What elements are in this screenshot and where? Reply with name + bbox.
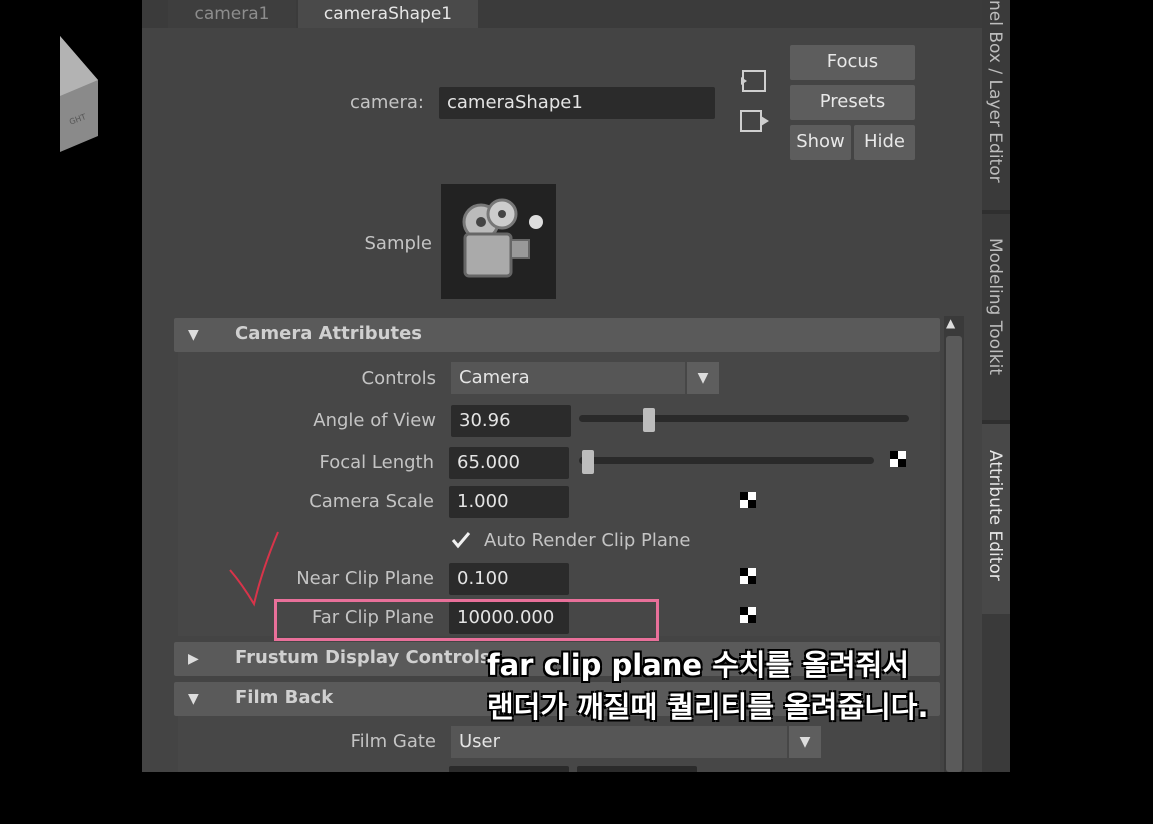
camera-sample-swatch xyxy=(441,184,556,299)
focal-length-field[interactable]: 65.000 xyxy=(449,447,569,479)
annotation-note: far clip plane 수치를 올려줘서 랜더가 깨질때 퀄리티를 올려줍… xyxy=(487,644,1047,728)
auto-render-clip-checkbox[interactable] xyxy=(451,530,471,550)
focal-length-map-icon[interactable] xyxy=(890,451,906,467)
partial-field[interactable] xyxy=(449,766,569,772)
far-clip-highlight-box xyxy=(274,599,659,641)
show-button[interactable]: Show xyxy=(790,125,851,160)
presets-button[interactable]: Presets xyxy=(790,85,915,120)
film-gate-dropdown[interactable]: User xyxy=(451,726,787,758)
side-tab-divider xyxy=(982,210,1010,214)
collapsed-triangle-icon: ▶ xyxy=(188,651,199,667)
film-gate-dropdown-arrow-icon[interactable]: ▼ xyxy=(789,726,821,758)
section-camera-attributes[interactable]: ▼ Camera Attributes xyxy=(174,318,940,352)
angle-of-view-label: Angle of View xyxy=(313,410,436,431)
checkmark-icon xyxy=(451,532,471,549)
focal-length-slider-track[interactable] xyxy=(579,457,874,464)
annotation-line-1: far clip plane 수치를 올려줘서 xyxy=(487,648,910,682)
camera-scale-field[interactable]: 1.000 xyxy=(449,486,569,518)
controls-dropdown[interactable]: Camera xyxy=(451,362,685,394)
hide-button[interactable]: Hide xyxy=(854,125,915,160)
tab-camerashape1[interactable]: cameraShape1 xyxy=(298,0,478,28)
annotation-line-2: 랜더가 깨질때 퀄리티를 올려줍니다. xyxy=(487,690,929,724)
focus-button[interactable]: Focus xyxy=(790,45,915,80)
tab-camera1[interactable]: camera1 xyxy=(168,0,296,28)
side-tab-channel-box[interactable]: nel Box / Layer Editor xyxy=(985,0,1005,183)
check-mark-annotation-icon xyxy=(229,531,279,607)
film-gate-label: Film Gate xyxy=(350,731,436,752)
controls-dropdown-arrow-icon[interactable]: ▼ xyxy=(687,362,719,394)
select-node-icon[interactable] xyxy=(739,108,771,134)
expanded-triangle-icon: ▼ xyxy=(188,327,199,343)
scroll-up-icon[interactable]: ▲ xyxy=(946,316,955,330)
side-tab-modeling-toolkit[interactable]: Modeling Toolkit xyxy=(985,238,1005,375)
camera-icon xyxy=(462,198,543,278)
node-type-label: camera: xyxy=(349,92,424,113)
focal-length-slider-handle[interactable] xyxy=(582,450,594,474)
far-clip-plane-map-icon[interactable] xyxy=(740,607,756,623)
angle-of-view-slider-track[interactable] xyxy=(579,415,909,422)
angle-of-view-slider-handle[interactable] xyxy=(642,408,655,432)
expanded-triangle-icon: ▼ xyxy=(188,691,199,707)
view-cube-icon[interactable]: GHT xyxy=(58,36,102,154)
load-attributes-icon[interactable] xyxy=(739,68,769,94)
near-clip-plane-field[interactable]: 0.100 xyxy=(449,563,569,595)
partial-field[interactable] xyxy=(577,766,697,772)
side-tab-attribute-editor[interactable]: Attribute Editor xyxy=(985,450,1005,581)
camera-scale-map-icon[interactable] xyxy=(740,492,756,508)
node-name-field[interactable]: cameraShape1 xyxy=(439,87,715,119)
near-clip-plane-map-icon[interactable] xyxy=(740,568,756,584)
controls-label: Controls xyxy=(361,368,436,389)
angle-of-view-field[interactable]: 30.96 xyxy=(451,405,571,437)
focal-length-label: Focal Length xyxy=(319,452,434,473)
auto-render-clip-label: Auto Render Clip Plane xyxy=(484,530,691,551)
sample-label: Sample xyxy=(364,233,433,254)
camera-scale-label: Camera Scale xyxy=(309,491,434,512)
